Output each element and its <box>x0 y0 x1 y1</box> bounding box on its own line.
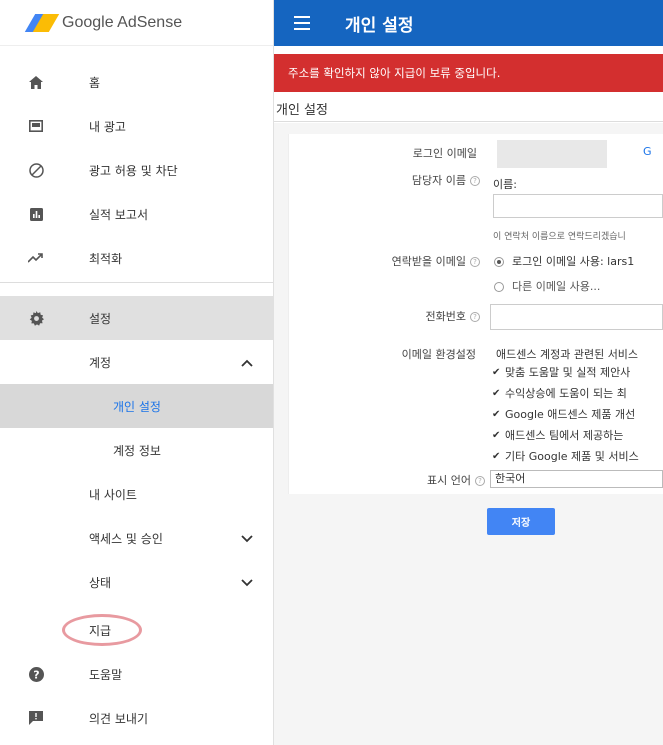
ad-icon <box>28 118 44 134</box>
save-button[interactable]: 저장 <box>487 508 555 535</box>
radio-login-email[interactable]: 로그인 이메일 사용: lars1 <box>494 253 634 269</box>
contact-email-label: 연락받을 이메일? <box>340 253 480 269</box>
sidebar-item-home[interactable]: 홈 <box>0 60 273 104</box>
email-prefs-label: 이메일 환경설정 <box>401 348 476 361</box>
radio-button[interactable] <box>494 282 504 292</box>
pref-checkbox-4[interactable]: ✔ 애드센스 팀에서 제공하는 <box>492 427 623 443</box>
pref-checkbox-2[interactable]: ✔ 수익상승에 도움이 되는 최 <box>492 385 627 401</box>
sidebar-divider <box>0 282 273 283</box>
bar-chart-icon <box>28 206 44 222</box>
help-tooltip-icon[interactable]: ? <box>475 476 485 486</box>
sidebar-item-help[interactable]: ? 도움말 <box>0 652 273 696</box>
pref-checkbox-5[interactable]: ✔ 기타 Google 제품 및 서비스 <box>492 448 639 464</box>
trending-icon <box>28 250 44 266</box>
pref-checkbox-3[interactable]: ✔ Google 애드센스 제품 개선 <box>492 406 635 422</box>
sidebar-item-personal-settings[interactable]: 개인 설정 <box>0 384 273 428</box>
section-title: 개인 설정 <box>274 96 663 122</box>
block-icon <box>28 162 44 178</box>
language-select[interactable]: 한국어 <box>490 470 663 488</box>
chevron-up-icon <box>241 356 253 368</box>
feedback-icon <box>28 710 44 726</box>
sidebar-item-allow-block[interactable]: 광고 허용 및 차단 <box>0 148 273 192</box>
sidebar-item-account-info[interactable]: 계정 정보 <box>0 428 273 472</box>
sidebar: Google AdSense 홈 내 광고 광고 허용 및 차단 실적 보고서 … <box>0 0 274 745</box>
name-field-label: 이름: <box>493 178 517 191</box>
sidebar-item-account[interactable]: 계정 <box>0 340 273 384</box>
contact-name-label: 담당자 이름? <box>340 172 480 188</box>
radio-button-selected[interactable] <box>494 257 504 267</box>
chevron-down-icon <box>241 532 253 544</box>
chevron-down-icon <box>241 576 253 588</box>
brand-header: Google AdSense <box>0 0 273 46</box>
login-email-link[interactable]: G <box>643 145 652 158</box>
sidebar-item-status[interactable]: 상태 <box>0 560 273 604</box>
help-icon: ? <box>28 666 44 682</box>
pref-checkbox-1[interactable]: ✔ 맞춤 도움말 및 실적 제안사 <box>492 364 630 380</box>
sidebar-item-settings[interactable]: 설정 <box>0 296 273 340</box>
adsense-logo-icon <box>24 13 60 32</box>
login-email-value <box>497 140 607 168</box>
radio-other-email[interactable]: 다른 이메일 사용... <box>494 278 600 294</box>
help-tooltip-icon[interactable]: ? <box>470 312 480 322</box>
login-email-label: 로그인 이메일 <box>412 147 477 160</box>
home-icon <box>28 74 44 90</box>
gear-icon <box>28 310 44 326</box>
name-hint: 이 연락처 이름으로 연락드리겠습니 <box>493 232 626 242</box>
sidebar-item-feedback[interactable]: 의견 보내기 <box>0 696 273 740</box>
sidebar-item-optimization[interactable]: 최적화 <box>0 236 273 280</box>
help-tooltip-icon[interactable]: ? <box>470 257 480 267</box>
sidebar-item-my-sites[interactable]: 내 사이트 <box>0 472 273 516</box>
language-label: 표시 언어? <box>340 472 485 488</box>
email-prefs-intro: 애드센스 계정과 관련된 서비스 <box>496 348 639 361</box>
highlight-circle <box>62 614 142 646</box>
svg-text:?: ? <box>33 668 39 681</box>
phone-input[interactable] <box>490 304 663 330</box>
top-app-bar: 개인 설정 <box>274 0 663 46</box>
hamburger-menu-icon[interactable] <box>294 16 310 30</box>
page-title: 개인 설정 <box>345 15 414 36</box>
name-input[interactable] <box>493 194 663 218</box>
payment-hold-alert: 주소를 확인하지 않아 지급이 보류 중입니다. <box>274 54 663 92</box>
sidebar-item-access[interactable]: 액세스 및 승인 <box>0 516 273 560</box>
sidebar-item-reports[interactable]: 실적 보고서 <box>0 192 273 236</box>
phone-label: 전화번호? <box>340 308 480 324</box>
sidebar-item-my-ads[interactable]: 내 광고 <box>0 104 273 148</box>
brand-name: Google AdSense <box>62 13 183 31</box>
help-tooltip-icon[interactable]: ? <box>470 176 480 186</box>
